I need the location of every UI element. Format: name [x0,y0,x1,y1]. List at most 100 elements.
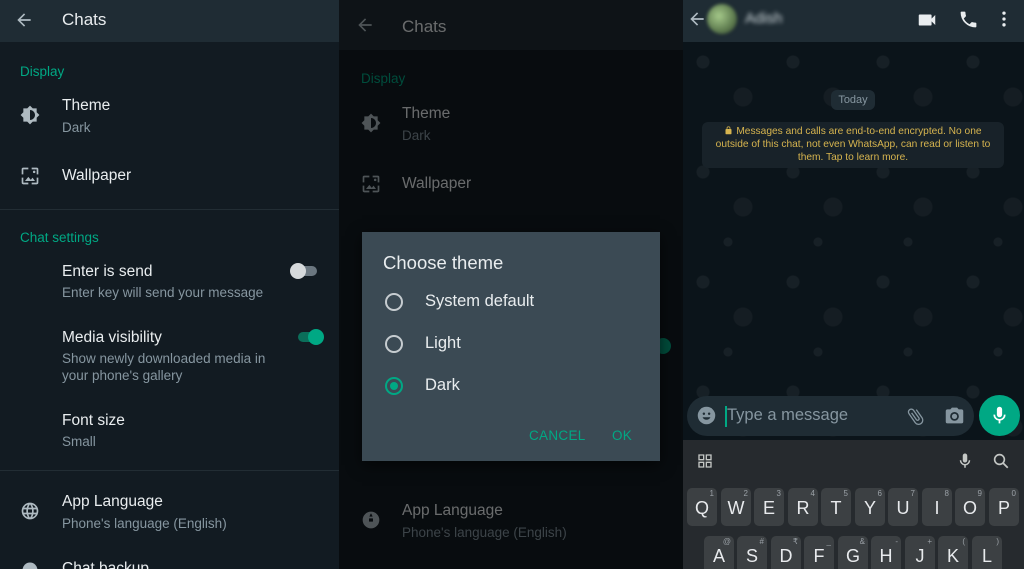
key-label: E [762,498,775,518]
search-icon[interactable] [992,452,1010,470]
camera-icon[interactable] [944,405,965,426]
encryption-notice[interactable]: Messages and calls are end-to-end encryp… [702,122,1004,168]
more-options-icon[interactable] [994,9,1014,29]
media-visibility-subtitle-2: your phone's gallery [62,368,183,383]
emoji-icon[interactable] [696,405,717,426]
message-placeholder: Type a message [727,406,849,424]
brightness-icon [20,105,40,125]
key-k[interactable]: (K [938,536,968,569]
key-g[interactable]: & G [838,536,868,569]
attach-icon[interactable] [905,406,926,427]
back-arrow-icon[interactable] [14,10,34,30]
enter-is-send-title: Enter is send [62,263,153,280]
theme-option-dark[interactable]: Dark [362,366,660,406]
radio-dot [390,382,398,390]
app-language-value: Phone's language (English) [62,516,227,531]
key-hint: # [759,537,764,546]
cancel-button[interactable]: CANCEL [529,428,586,443]
key-p[interactable]: 0P [989,488,1019,526]
option-label: Light [425,334,461,352]
font-size-title: Font size [62,412,125,429]
key-e[interactable]: 3E [754,488,784,526]
encryption-notice-text: Messages and calls are end-to-end encryp… [715,126,991,163]
key-label: S [745,546,758,566]
key-hint: 3 [776,489,781,498]
key-label: W [727,498,745,518]
back-arrow-icon[interactable] [687,9,707,29]
lock-icon [725,126,732,135]
key-y[interactable]: 6Y [855,488,885,526]
key-q[interactable]: 1Q [687,488,717,526]
key-label: H [879,546,893,566]
toggle-thumb [308,329,324,345]
key-i[interactable]: 8I [922,488,952,526]
key-d[interactable]: ₹ D [771,536,801,569]
key-label: J [915,546,925,566]
key-label: Y [863,498,876,518]
key-hint: - [895,537,898,546]
divider [0,209,339,210]
option-label: Dark [425,376,460,394]
app-bar: Chats [0,0,339,42]
mic-icon [993,406,1006,424]
video-call-icon[interactable] [916,9,938,31]
key-label: P [997,498,1010,518]
key-f[interactable]: _ F [804,536,834,569]
globe-icon [21,502,39,520]
key-label: U [896,498,910,518]
voice-typing-icon[interactable] [956,452,974,470]
chat-wallpaper: Today Messages and calls are end-to-end … [683,42,1024,440]
key-r[interactable]: 4R [788,488,818,526]
keyboard: 1Q 2W 3E 4R 5T 6Y 7U 8I 9O 0P @ A # S ₹ D _… [683,440,1024,569]
section-display: Display [20,64,65,79]
key-hint: 5 [843,489,848,498]
phone-icon[interactable] [958,9,979,30]
wallpaper-title: Wallpaper [62,167,132,184]
keyboard-toolbar [683,440,1024,482]
key-hint: 6 [877,489,882,498]
key-hint: 4 [810,489,815,498]
key-label: A [712,546,725,566]
key-a[interactable]: @ A [704,536,734,569]
cloud-backup-icon [22,562,38,569]
key-o[interactable]: 9O [955,488,985,526]
key-label: K [946,546,959,566]
key-w[interactable]: 2W [721,488,751,526]
radio-button[interactable] [385,293,403,311]
dialog-title: Choose theme [383,252,504,273]
key-hint: & [859,537,865,546]
ok-button[interactable]: OK [612,428,632,443]
contact-name[interactable]: Adish [745,10,783,27]
media-visibility-subtitle-1: Show newly downloaded media in [62,351,266,366]
option-label: System default [425,292,535,310]
radio-button-selected[interactable] [385,377,403,395]
theme-title: Theme [62,97,111,114]
key-hint: ( [962,537,965,546]
key-h[interactable]: -H [871,536,901,569]
key-l[interactable]: ) L [972,536,1002,569]
chat-screen: Adish Today Messages and calls are end-t… [683,0,1024,569]
theme-option-light[interactable]: Light [362,324,660,364]
key-label: I [934,498,940,518]
radio-button[interactable] [385,335,403,353]
key-hint: 0 [1011,489,1016,498]
app-language-title: App Language [62,493,163,510]
theme-value: Dark [62,120,91,135]
chat-header: Adish [683,0,1024,42]
key-s[interactable]: # S [737,536,767,569]
voice-message-button[interactable] [979,395,1020,436]
avatar[interactable] [707,4,737,34]
toggle-thumb [290,263,306,279]
key-hint: 8 [944,489,949,498]
key-hint: 7 [910,489,915,498]
key-j[interactable]: + J [905,536,935,569]
key-label: O [962,498,977,518]
key-t[interactable]: 5T [821,488,851,526]
key-hint: @ [722,537,731,546]
theme-option-system-default[interactable]: System default [362,282,660,322]
apps-grid-icon[interactable] [697,453,713,469]
message-input[interactable]: Type a message [687,396,974,436]
media-visibility-title: Media visibility [62,329,162,346]
key-hint: 9 [977,489,982,498]
key-u[interactable]: 7U [888,488,918,526]
